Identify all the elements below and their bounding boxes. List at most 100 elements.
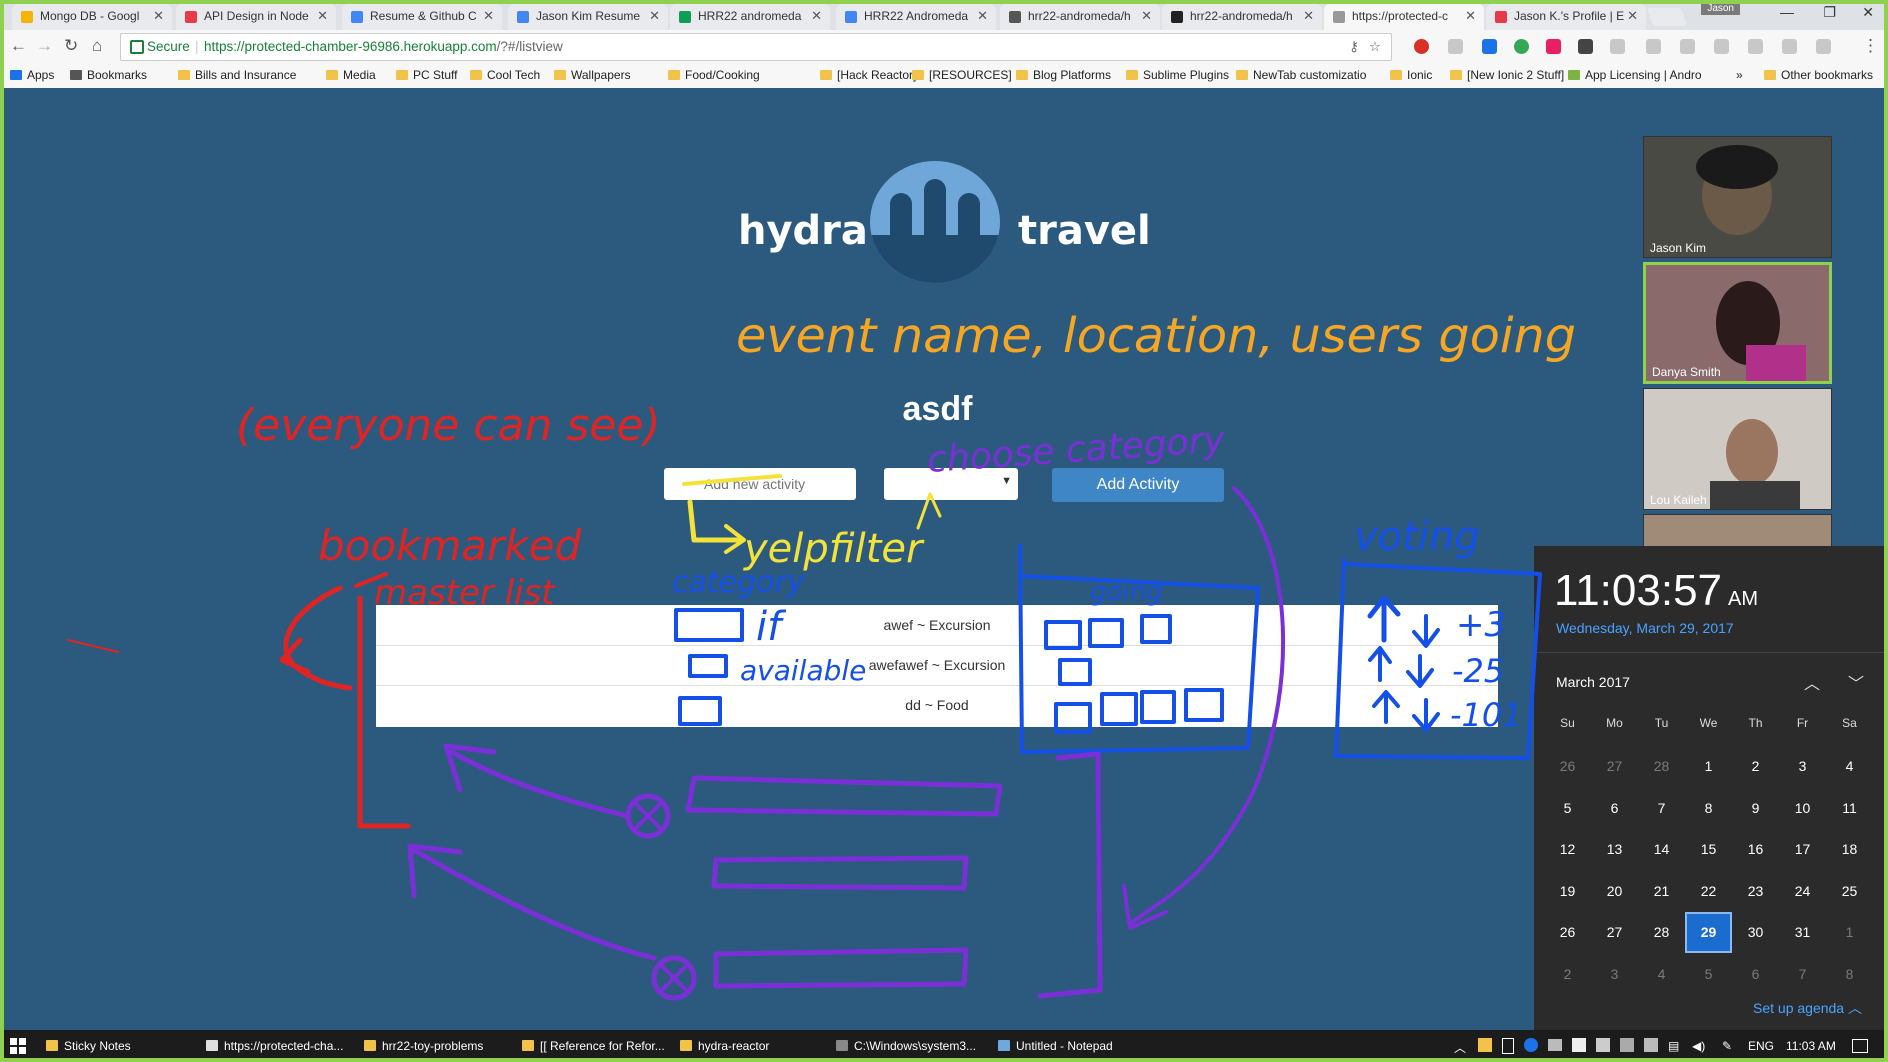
calendar-day[interactable]: 18 (1826, 829, 1873, 870)
calendar-day[interactable]: 23 (1732, 871, 1779, 912)
list-item[interactable]: awef ~ Excursion (376, 605, 1498, 646)
close-tab-icon[interactable]: ✕ (977, 8, 988, 24)
tray-icon[interactable] (1644, 1038, 1658, 1052)
extension-icon[interactable] (1816, 39, 1831, 54)
video-tile[interactable] (1643, 514, 1832, 548)
calendar-day[interactable]: 5 (1685, 954, 1732, 995)
calendar-day[interactable]: 28 (1638, 912, 1685, 953)
bookmark-item[interactable]: [New Ionic 2 Stuff] (1450, 68, 1564, 82)
calendar-day[interactable]: 26 (1544, 912, 1591, 953)
pen-icon[interactable]: ✎ (1722, 1039, 1732, 1053)
bookmark-item[interactable]: Bookmarks (70, 68, 147, 82)
calendar-day[interactable]: 29 (1685, 912, 1732, 953)
tab-4[interactable]: Jason Kim Resume ✕ (508, 4, 668, 30)
extension-icon[interactable] (1448, 39, 1463, 54)
full-date[interactable]: Wednesday, March 29, 2017 (1556, 620, 1734, 636)
taskbar-clock[interactable]: 11:03 AM (1786, 1039, 1836, 1053)
language-indicator[interactable]: ENG (1748, 1039, 1774, 1053)
calendar-day[interactable]: 24 (1779, 871, 1826, 912)
network-icon[interactable]: ▤ (1668, 1039, 1679, 1053)
calendar-day[interactable]: 2 (1544, 954, 1591, 995)
new-tab-button[interactable] (1646, 8, 1688, 26)
close-tab-icon[interactable]: ✕ (483, 8, 494, 24)
video-tile[interactable]: Jason Kim (1643, 136, 1832, 258)
calendar-day[interactable]: 13 (1591, 829, 1638, 870)
tray-icon[interactable] (1548, 1039, 1562, 1051)
calendar-day[interactable]: 1 (1685, 746, 1732, 787)
calendar-day[interactable]: 6 (1591, 788, 1638, 829)
back-icon[interactable]: ← (10, 36, 27, 56)
taskbar-app[interactable]: Sticky Notes (46, 1039, 131, 1053)
bookmark-item[interactable]: Sublime Plugins (1126, 68, 1229, 82)
calendar-day[interactable]: 12 (1544, 829, 1591, 870)
bookmark-item[interactable]: [Hack Reactor] (820, 68, 916, 82)
calendar-day[interactable]: 14 (1638, 829, 1685, 870)
calendar-day[interactable]: 22 (1685, 871, 1732, 912)
extension-icon[interactable] (1482, 39, 1497, 54)
calendar-day[interactable]: 10 (1779, 788, 1826, 829)
calendar-day[interactable]: 4 (1826, 746, 1873, 787)
close-tab-icon[interactable]: ✕ (1141, 8, 1152, 24)
tray-icon[interactable] (1572, 1038, 1586, 1052)
tray-icon[interactable] (1478, 1038, 1492, 1052)
close-tab-icon[interactable]: ✕ (1303, 8, 1314, 24)
bookmark-item[interactable]: Other bookmarks (1764, 68, 1873, 82)
calendar-day[interactable]: 3 (1591, 954, 1638, 995)
calendar-day[interactable]: 8 (1826, 954, 1873, 995)
calendar-day[interactable]: 19 (1544, 871, 1591, 912)
address-bar[interactable]: Secure | https://protected-chamber-96986… (120, 33, 1392, 61)
bookmark-item[interactable]: » (1736, 68, 1743, 82)
calendar-day[interactable]: 16 (1732, 829, 1779, 870)
bookmark-item[interactable]: PC Stuff (396, 68, 457, 82)
volume-icon[interactable]: ◀) (1692, 1039, 1705, 1053)
calendar-day[interactable]: 20 (1591, 871, 1638, 912)
calendar-day[interactable]: 3 (1779, 746, 1826, 787)
extension-icon[interactable] (1578, 39, 1593, 54)
calendar-day[interactable]: 8 (1685, 788, 1732, 829)
list-item[interactable]: awefawef ~ Excursion (376, 645, 1498, 686)
tab-6[interactable]: HRR22 Andromeda ✕ (836, 4, 996, 30)
video-tile-active[interactable]: Danya Smith (1643, 262, 1832, 384)
tab-9[interactable]: https://protected-c ✕ (1324, 4, 1484, 30)
bookmark-item[interactable]: Food/Cooking (668, 68, 760, 82)
video-tile[interactable]: Lou Kaileh (1643, 388, 1832, 510)
calendar-day[interactable]: 1 (1826, 912, 1873, 953)
star-icon[interactable]: ☆ (1369, 34, 1381, 60)
setup-agenda-link[interactable]: Set up agenda ︿ (1753, 998, 1862, 1018)
extension-icon[interactable] (1546, 39, 1561, 54)
month-label[interactable]: March 2017 (1556, 674, 1630, 690)
close-tab-icon[interactable]: ✕ (153, 8, 164, 24)
close-window-icon[interactable]: ✕ (1862, 4, 1874, 21)
tray-icon[interactable] (1502, 1038, 1514, 1054)
calendar-day[interactable]: 21 (1638, 871, 1685, 912)
category-select[interactable]: ▼ (884, 468, 1018, 500)
taskbar-app[interactable]: hydra-reactor (680, 1039, 769, 1053)
bookmark-item[interactable]: Media (326, 68, 376, 82)
tab-10[interactable]: Jason K.'s Profile | E ✕ (1486, 4, 1646, 30)
tab-1[interactable]: Mongo DB - Googl ✕ (12, 4, 172, 30)
tray-icon[interactable] (1524, 1038, 1538, 1052)
reload-icon[interactable]: ↻ (64, 36, 78, 56)
bookmark-item[interactable]: App Licensing | Andro (1568, 68, 1702, 82)
list-item[interactable]: dd ~ Food (376, 685, 1498, 725)
menu-icon[interactable]: ⋮ (1862, 36, 1879, 56)
calendar-day[interactable]: 2 (1732, 746, 1779, 787)
taskbar-app[interactable]: hrr22-toy-problems (364, 1039, 483, 1053)
calendar-day[interactable]: 27 (1591, 746, 1638, 787)
calendar-day[interactable]: 31 (1779, 912, 1826, 953)
calendar-day[interactable]: 30 (1732, 912, 1779, 953)
calendar-day[interactable]: 26 (1544, 746, 1591, 787)
calendar-day[interactable]: 6 (1732, 954, 1779, 995)
calendar-day[interactable]: 5 (1544, 788, 1591, 829)
tab-7[interactable]: hrr22-andromeda/h ✕ (1000, 4, 1160, 30)
tray-icon[interactable] (1596, 1038, 1610, 1052)
calendar-day[interactable]: 17 (1779, 829, 1826, 870)
calendar-day[interactable]: 7 (1779, 954, 1826, 995)
close-tab-icon[interactable]: ✕ (811, 8, 822, 24)
activity-input[interactable] (664, 468, 856, 500)
taskbar-app[interactable]: Untitled - Notepad (998, 1039, 1113, 1053)
calendar-day[interactable]: 28 (1638, 746, 1685, 787)
extension-icon[interactable] (1646, 39, 1661, 54)
extension-icon[interactable] (1714, 39, 1729, 54)
bookmark-item[interactable]: Apps (10, 68, 54, 82)
